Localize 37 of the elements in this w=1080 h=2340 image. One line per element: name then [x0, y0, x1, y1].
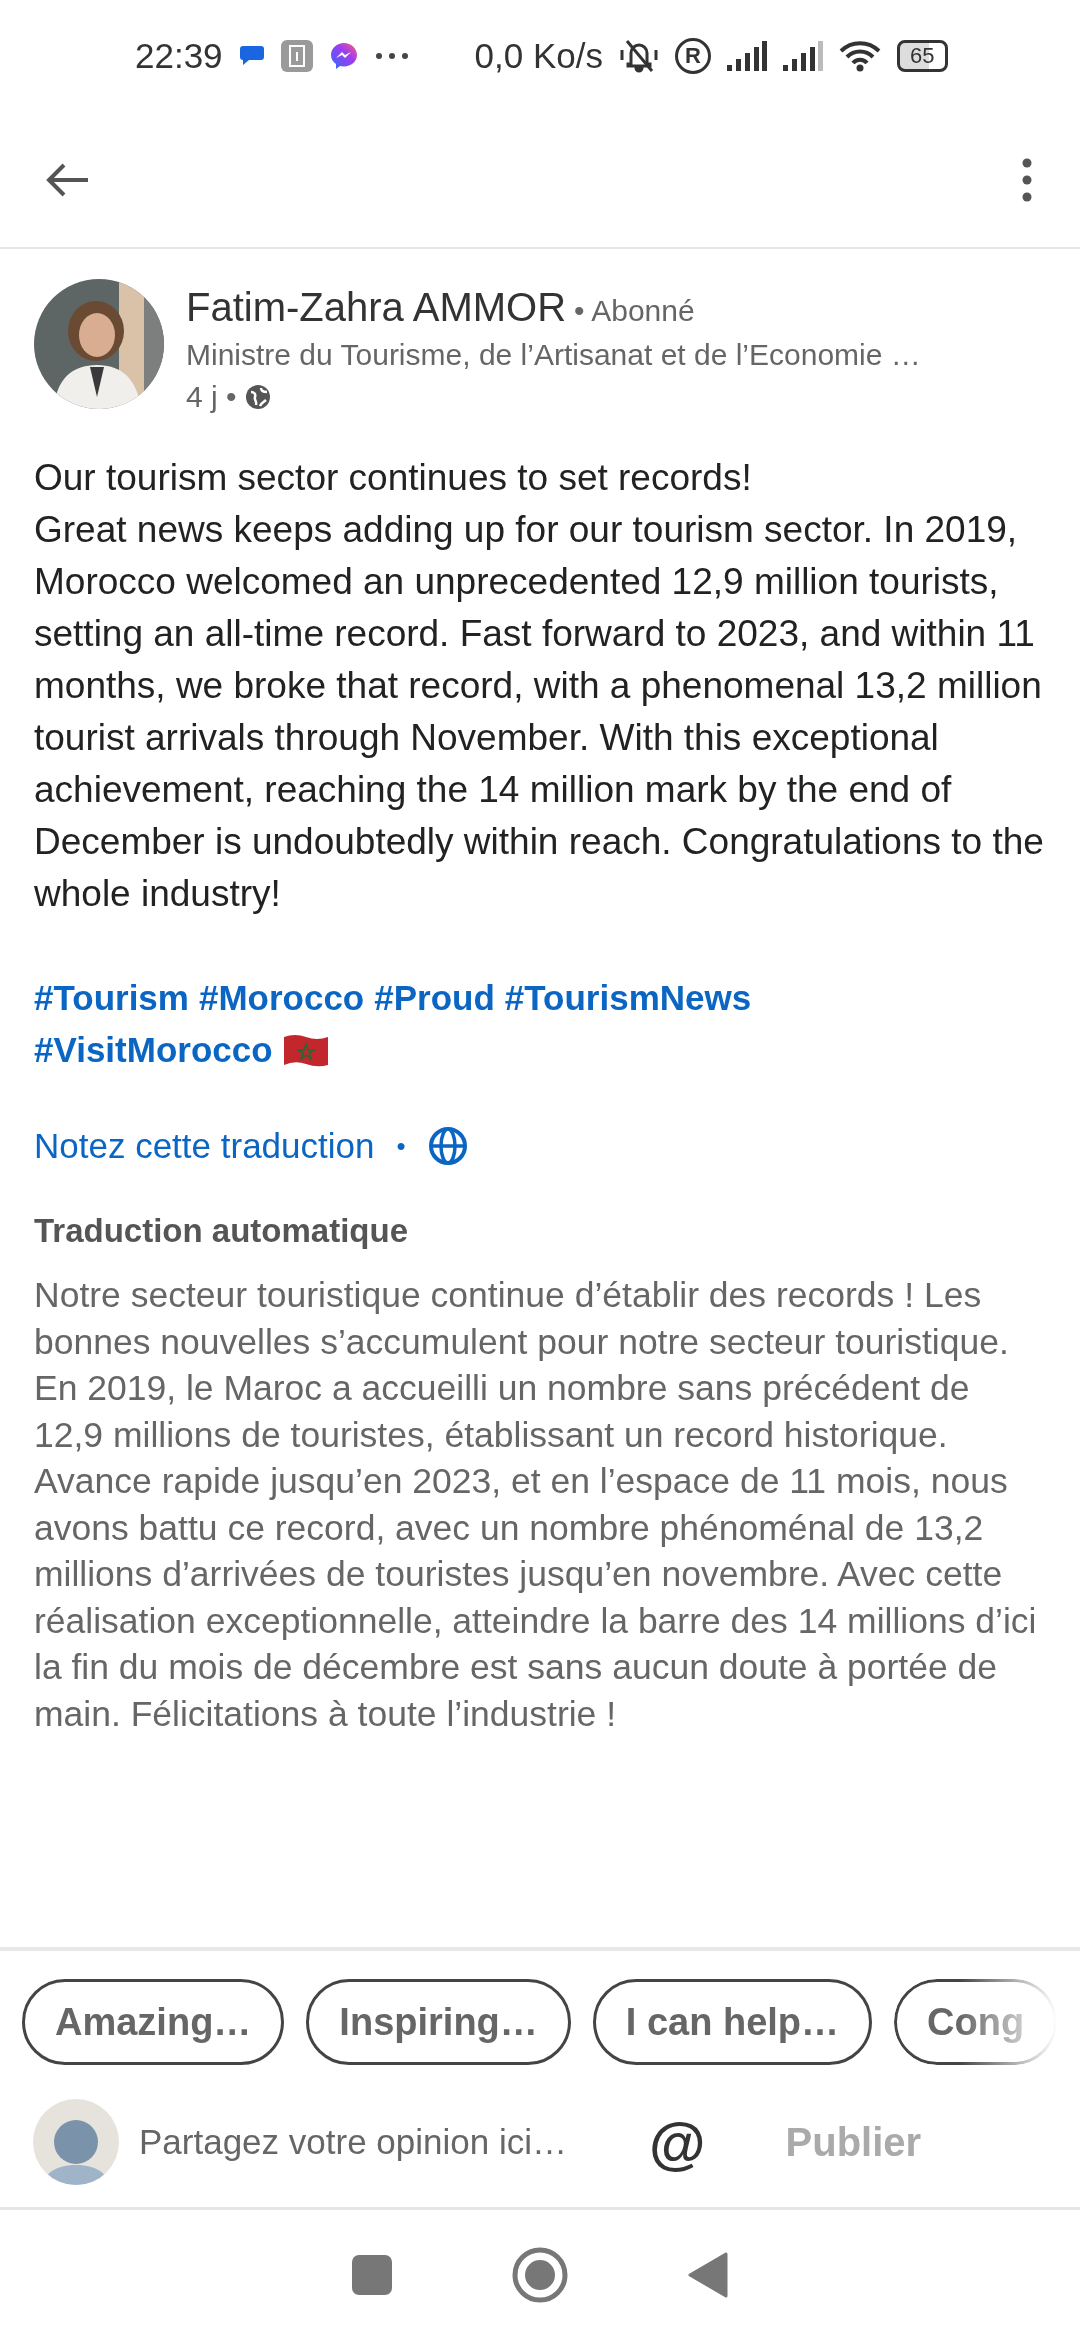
mention-button[interactable]: @ [649, 2108, 706, 2176]
suggestion-chip[interactable]: Amazing… [22, 1979, 285, 2065]
document-icon [280, 40, 313, 72]
suggestion-chip[interactable]: Inspiring… [306, 1979, 571, 2065]
hashtag-link[interactable]: #Tourism [34, 972, 189, 1024]
recent-apps-icon[interactable] [352, 2255, 392, 2295]
separator-dot: • [396, 1130, 406, 1162]
rate-translation-link[interactable]: Notez cette traduction [34, 1126, 375, 1166]
muted-bell-icon [619, 38, 659, 74]
messenger-icon [328, 41, 359, 71]
flag-icon [282, 1033, 329, 1067]
translation-heading: Traduction automatique [34, 1212, 410, 1250]
suggestion-chip[interactable]: Cong [894, 1979, 1058, 2065]
roaming-indicator: R [675, 38, 711, 74]
back-arrow-icon[interactable] [46, 161, 90, 198]
translated-text: Notre secteur touristique continue d’établir des records ! Les bonnes nouvelles s’accumulent pour notre secteur touristique. En 2019, le Maroc a accueilli un nombre sans précédent de 12,9 millions de touristes, établissant un record historique. Avance rapide jusqu’en 2023, et en l’espace de 11 mois, nous avons battu ce record, avec un nombre phénoménal de 13,2 millions d’arrivées de touristes jusqu’en novembre. Avec cette réalisation exceptionnelle, atteindre la barre des 14 millions d’ici la fin du mois de décembre est sans aucun doute à portée de main. Félicitations à toute l’industrie ! [34, 1274, 1038, 1736]
hashtag-link[interactable]: #TourismNews [504, 972, 752, 1024]
connection-degree: • Abonné [574, 294, 695, 328]
suggestion-chip[interactable]: I can help… [592, 1979, 873, 2065]
post-age: 4 j • [186, 380, 237, 414]
network-speed: 0,0 Ko/s [474, 36, 603, 76]
hashtag-link[interactable]: #VisitMorocco [34, 1024, 273, 1076]
hashtag-link[interactable]: #Morocco [198, 972, 365, 1024]
back-icon[interactable] [688, 2252, 728, 2298]
author-headline: Ministre du Tourisme, de l’Artisanat et de l’Economie … [186, 338, 921, 372]
post-text: Our tourism sector continues to set records! Great news keeps adding up for our tourism sector. In 2019, Morocco welcomed an unprecedented 12,9 million tourists, setting an all-time record. Fast forward to 2023, and within 11 months, we broke that record, with a phenomenal 13,2 million tourist arrivals through November. With this exceptional achievement, reaching the 14 million mark by the end of December is undoubtedly within reach. Congratulations to the whole industry! [34, 456, 1045, 916]
hashtag-link[interactable]: #Proud [374, 972, 495, 1024]
signal-icon [783, 41, 823, 71]
more-dots-icon [374, 52, 409, 60]
wifi-icon [839, 40, 881, 72]
battery-icon: 65 [897, 40, 948, 72]
signal-icon [727, 41, 767, 71]
more-options-icon[interactable] [1022, 157, 1032, 202]
home-icon[interactable] [512, 2247, 568, 2303]
status-time: 22:39 [135, 36, 223, 76]
author-name[interactable]: Fatim-Zahra AMMOR [186, 285, 567, 330]
chat-bubble-icon [238, 44, 265, 68]
